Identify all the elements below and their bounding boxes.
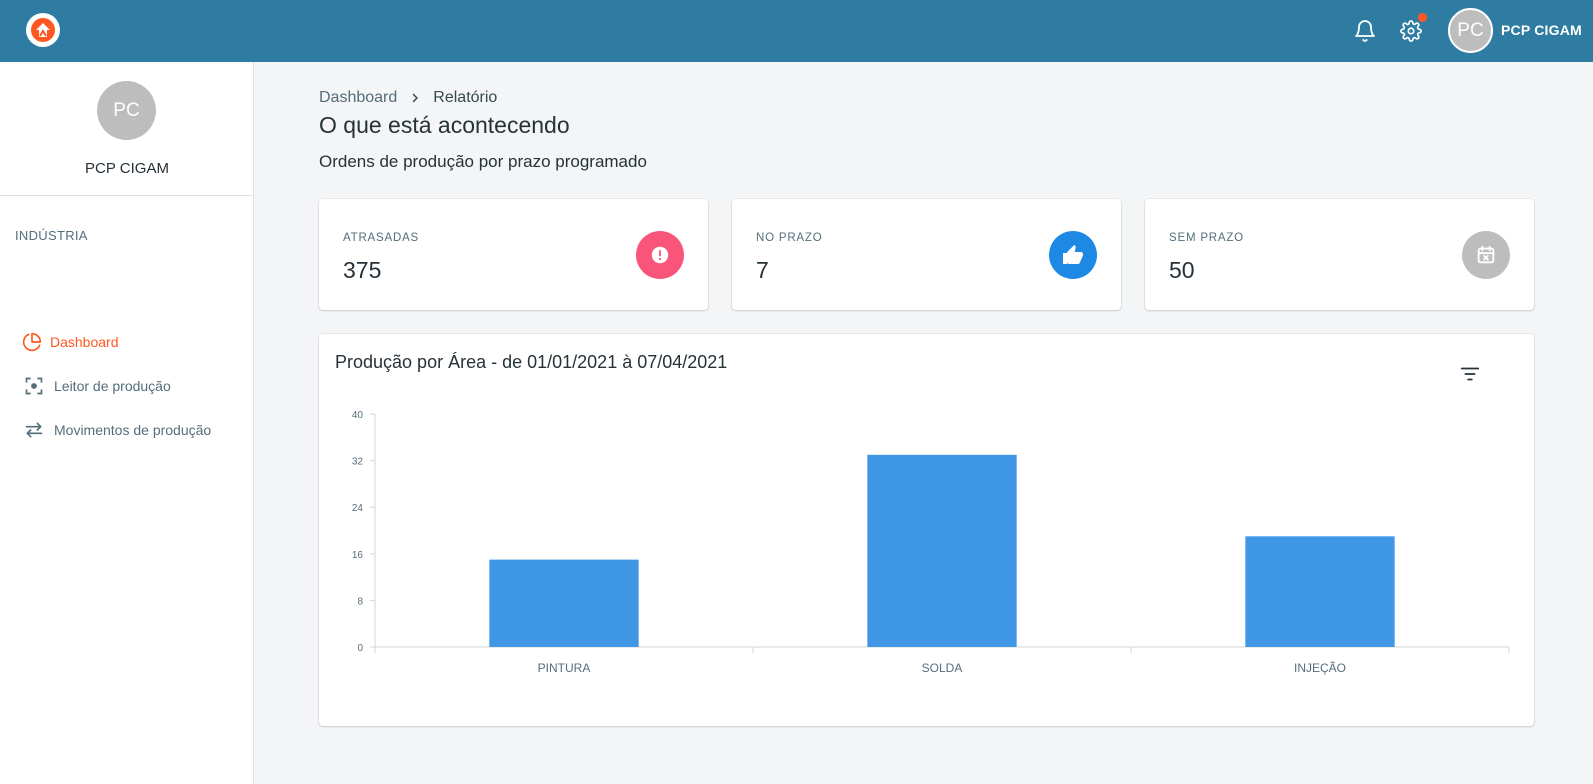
bar-pintura	[489, 559, 639, 647]
x-tick-label: SOLDA	[922, 661, 963, 675]
sidebar-profile: PC PCP CIGAM	[0, 62, 253, 196]
exclamation-icon	[636, 231, 684, 279]
breadcrumb-current: Relatório	[433, 89, 498, 106]
pie-chart-icon	[22, 332, 42, 352]
x-tick-label: INJEÇÃO	[1294, 661, 1346, 675]
sidebar-item-label: Dashboard	[50, 334, 119, 350]
sidebar-avatar: PC	[97, 81, 156, 140]
swap-arrows-icon	[25, 422, 43, 438]
card-label: NO PRAZO	[756, 232, 823, 244]
y-tick-label: 8	[357, 596, 363, 607]
page-title: O que está acontecendo	[319, 112, 570, 138]
card-value: 375	[343, 257, 382, 283]
y-tick-label: 24	[352, 503, 364, 514]
card-value: 7	[756, 257, 769, 283]
sidebar-item-leitor[interactable]: Leitor de produção	[22, 372, 171, 400]
bar-injeção	[1245, 536, 1395, 647]
chart-card: Produção por Área - de 01/01/2021 à 07/0…	[319, 334, 1534, 726]
bar-solda	[867, 454, 1017, 647]
y-tick-label: 16	[352, 550, 364, 561]
notification-dot	[1418, 13, 1427, 22]
user-avatar[interactable]: PC	[1448, 8, 1493, 53]
page-subtitle: Ordens de produção por prazo programado	[319, 152, 647, 171]
bar-chart: 0 8 16 24 32 40 PINTURA SOLDA INJEÇÃO	[352, 410, 1510, 675]
card-value: 50	[1169, 257, 1195, 283]
thumbs-up-icon	[1049, 231, 1097, 279]
card-label: ATRASADAS	[343, 232, 420, 244]
logo-icon[interactable]	[26, 13, 60, 47]
sidebar-section-title: INDÚSTRIA	[15, 228, 88, 243]
scan-icon	[25, 377, 43, 395]
bell-icon[interactable]	[1351, 17, 1379, 45]
y-tick-label: 32	[352, 457, 364, 468]
gear-icon[interactable]	[1397, 13, 1427, 45]
user-name[interactable]: PCP CIGAM	[1501, 22, 1582, 38]
sidebar-user-name: PCP CIGAM	[85, 160, 169, 177]
sidebar: PC PCP CIGAM INDÚSTRIA Dashboard Leitor …	[0, 62, 254, 784]
breadcrumb-dashboard[interactable]: Dashboard	[319, 89, 397, 107]
card-sem-prazo: SEM PRAZO 50	[1145, 199, 1534, 310]
card-label: SEM PRAZO	[1169, 232, 1244, 244]
sidebar-item-label: Leitor de produção	[54, 378, 171, 394]
card-no-prazo: NO PRAZO 7	[732, 199, 1121, 310]
calendar-x-icon	[1462, 231, 1510, 279]
breadcrumb: Dashboard Relatório	[319, 89, 497, 107]
top-bar: PC PCP CIGAM	[0, 0, 1593, 62]
y-tick-label: 40	[352, 410, 364, 421]
sidebar-item-movimentos[interactable]: Movimentos de produção	[22, 416, 211, 444]
chevron-right-icon	[409, 92, 421, 104]
card-atrasadas: ATRASADAS 375	[319, 199, 708, 310]
x-tick-label: PINTURA	[538, 661, 591, 675]
sidebar-item-dashboard[interactable]: Dashboard	[22, 328, 119, 356]
sidebar-item-label: Movimentos de produção	[54, 422, 212, 438]
y-tick-label: 0	[357, 643, 363, 654]
